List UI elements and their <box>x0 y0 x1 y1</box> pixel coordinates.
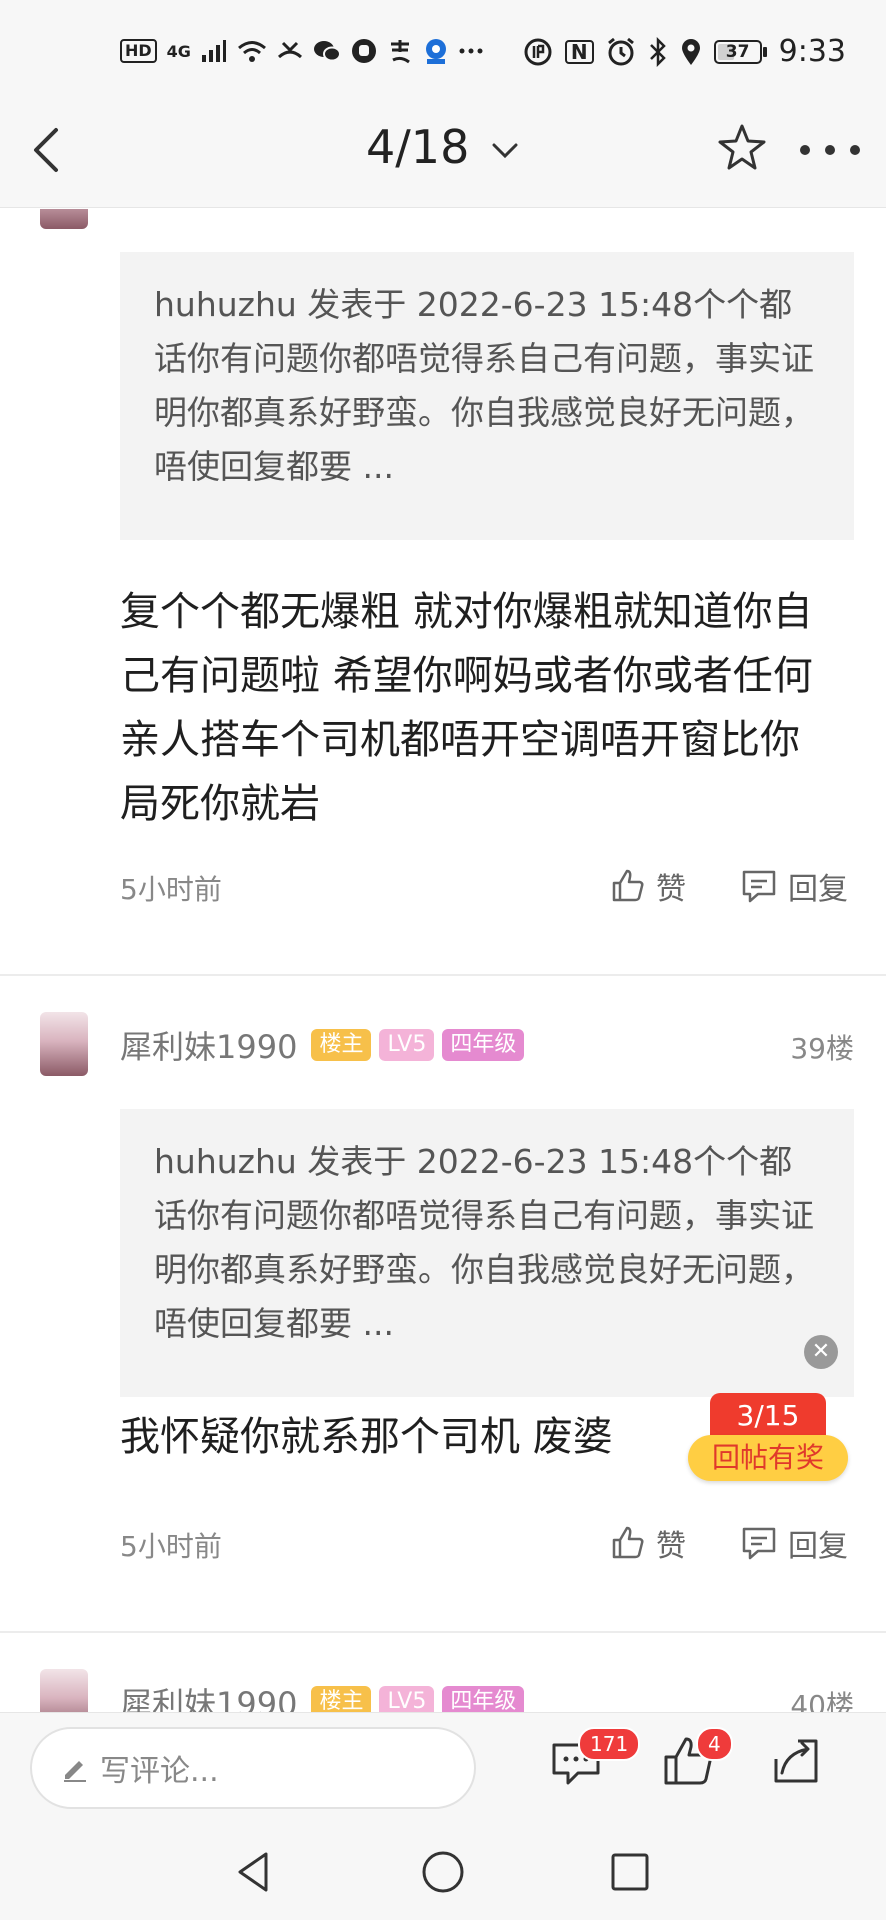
quote-text: huhuzhu 发表于 2022-6-23 15:48个个都话你有问题你都唔觉得… <box>154 1142 814 1343</box>
signal-icon <box>201 40 226 62</box>
dot-icon <box>825 145 835 155</box>
clock: 9:33 <box>778 34 846 69</box>
comment-icon <box>742 870 776 903</box>
quoted-reply[interactable]: huhuzhu 发表于 2022-6-23 15:48个个都话你有问题你都唔觉得… <box>120 252 854 540</box>
author-name[interactable]: 犀利妹1990 <box>120 1022 297 1068</box>
comment-count-badge: 171 <box>578 1727 641 1761</box>
bluetooth-icon <box>649 36 666 67</box>
favorite-button[interactable] <box>714 120 770 176</box>
reply-content: 复个个都无爆粗 就对你爆粗就知道你自己有问题啦 希望你啊妈或者你或者任何亲人搭车… <box>120 589 813 827</box>
nav-home-button[interactable] <box>417 1846 469 1898</box>
reply-reward-button[interactable]: 3/15 回帖有奖 <box>688 1393 848 1483</box>
status-right-icons: N 37 9:33 <box>523 34 846 69</box>
alipay-icon <box>390 40 410 64</box>
reply-button[interactable]: 回复 <box>740 1521 848 1565</box>
reward-label: 回帖有奖 <box>688 1435 848 1481</box>
hand-icon <box>351 39 376 63</box>
like-count-badge: 4 <box>696 1727 733 1761</box>
app-notification-icon <box>425 39 446 64</box>
square-recents-icon <box>611 1853 649 1891</box>
share-icon <box>774 1739 818 1783</box>
close-icon[interactable]: ✕ <box>804 1335 838 1369</box>
network-type: 4G <box>166 41 191 61</box>
chevron-down-icon <box>492 143 518 158</box>
grade-badge: 四年级 <box>442 1686 525 1712</box>
pencil-icon <box>64 1761 86 1782</box>
reply-time: 5小时前 <box>120 873 222 906</box>
quoted-reply[interactable]: huhuzhu 发表于 2022-6-23 15:48个个都话你有问题你都唔觉得… <box>120 1109 854 1397</box>
level-badge: LV5 <box>379 1686 435 1712</box>
nfc-icon: N <box>564 39 594 64</box>
reply-label: 回复 <box>788 872 848 907</box>
comment-placeholder: 写评论... <box>100 1754 219 1789</box>
battery-icon: 37 <box>713 39 767 64</box>
comment-input[interactable]: 写评论... <box>30 1727 476 1809</box>
reply-button[interactable]: 回复 <box>740 864 848 908</box>
like-label: 赞 <box>656 872 686 907</box>
comment-icon <box>742 1527 776 1560</box>
missed-call-icon <box>277 41 302 59</box>
floor-number: 39楼 <box>790 1032 854 1065</box>
reward-progress: 3/15 <box>710 1393 826 1439</box>
reply-time: 5小时前 <box>120 1530 222 1563</box>
author-name[interactable]: 犀利妹1990 <box>120 1679 297 1712</box>
bottom-action-bar: 写评论... 171 4 <box>0 1712 886 1822</box>
floor-number: 40楼 <box>790 1689 854 1712</box>
battery-level: 37 <box>725 41 750 62</box>
circle-home-icon <box>422 1851 464 1893</box>
star-icon <box>718 124 766 170</box>
divider <box>0 1631 886 1633</box>
status-bar: HD 4G N 37 9:33 <box>0 0 886 92</box>
status-left-icons: HD 4G <box>120 38 483 64</box>
level-badge: LV5 <box>379 1029 435 1061</box>
owner-badge: 楼主 <box>311 1029 372 1061</box>
hd-indicator: HD <box>120 39 157 63</box>
wifi-icon <box>237 41 266 62</box>
thumbs-up-icon <box>612 1526 644 1559</box>
avatar[interactable] <box>40 1669 88 1712</box>
owner-badge: 楼主 <box>311 1686 372 1712</box>
quote-text: huhuzhu 发表于 2022-6-23 15:48个个都话你有问题你都唔觉得… <box>154 285 814 486</box>
divider <box>0 974 886 976</box>
top-nav: 4/18 <box>0 92 886 208</box>
location-icon <box>681 38 700 65</box>
nav-back-button[interactable] <box>228 1846 280 1898</box>
reply-label: 回复 <box>788 1529 848 1564</box>
grade-badge: 四年级 <box>442 1029 525 1061</box>
like-label: 赞 <box>656 1529 686 1564</box>
comments-button[interactable]: 171 <box>548 1727 641 1803</box>
reply-feed[interactable]: huhuzhu 发表于 2022-6-23 15:48个个都话你有问题你都唔觉得… <box>0 209 886 1712</box>
avatar[interactable] <box>40 1012 88 1076</box>
avatar[interactable] <box>40 209 88 229</box>
page-indicator-text: 4/18 <box>366 120 470 174</box>
thumbs-up-icon <box>612 869 644 902</box>
wechat-icon <box>313 41 341 62</box>
author-row: 犀利妹1990 楼主 LV5 四年级 <box>120 1022 525 1068</box>
alarm-icon <box>607 37 634 65</box>
data-saver-icon <box>524 38 552 65</box>
like-post-button[interactable]: 4 <box>660 1727 733 1803</box>
more-notifications-icon <box>459 48 483 54</box>
author-row: 犀利妹1990 楼主 LV5 四年级 <box>120 1679 525 1712</box>
nav-recents-button[interactable] <box>604 1846 656 1898</box>
triangle-back-icon <box>238 1852 268 1892</box>
like-button[interactable]: 赞 <box>610 1521 686 1565</box>
dot-icon <box>800 145 810 155</box>
dot-icon <box>850 145 860 155</box>
system-nav-bar <box>0 1822 886 1920</box>
more-options-button[interactable] <box>800 140 860 160</box>
like-button[interactable]: 赞 <box>610 864 686 908</box>
share-button[interactable] <box>768 1733 838 1803</box>
